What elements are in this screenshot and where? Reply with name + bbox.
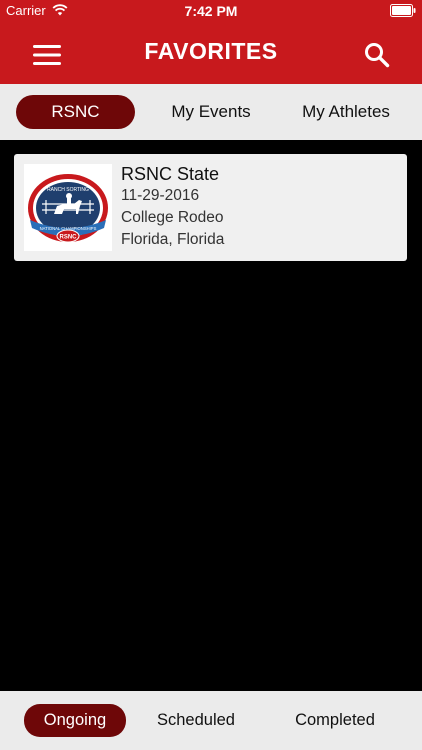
- header-bar: Carrier 7:42 PM FAVORITES: [0, 0, 422, 84]
- tab-my-events[interactable]: My Events: [150, 95, 272, 129]
- page-title: FAVORITES: [144, 38, 278, 64]
- logo-badge-text: RSNC: [59, 235, 77, 241]
- tab-scheduled[interactable]: Scheduled: [146, 704, 246, 737]
- search-button[interactable]: [362, 40, 392, 70]
- event-date: 11-29-2016: [121, 187, 200, 204]
- status-bar: Carrier 7:42 PM: [0, 0, 422, 22]
- tab-rsnc[interactable]: RSNC: [16, 95, 135, 129]
- event-logo: RANCH SORTING NATIONAL CHAMPIONSHIPS RSN…: [24, 164, 112, 251]
- event-category: College Rodeo: [121, 209, 224, 226]
- search-icon: [365, 43, 390, 68]
- event-title: RSNC State: [121, 164, 220, 184]
- status-time: 7:42 PM: [184, 3, 238, 19]
- rsnc-logo-image: RANCH SORTING NATIONAL CHAMPIONSHIPS RSN…: [28, 174, 108, 243]
- tab-completed[interactable]: Completed: [280, 704, 390, 737]
- event-card[interactable]: RANCH SORTING NATIONAL CHAMPIONSHIPS RSN…: [14, 154, 407, 261]
- tab-my-athletes[interactable]: My Athletes: [284, 95, 408, 129]
- logo-top-text: RANCH SORTING: [47, 187, 89, 193]
- event-location: Florida, Florida: [121, 231, 225, 248]
- segment-tabs: RSNC My Events My Athletes: [0, 84, 422, 140]
- bottom-tab-bar: Ongoing Scheduled Completed: [0, 691, 422, 750]
- tab-ongoing[interactable]: Ongoing: [24, 704, 126, 737]
- battery-icon: [390, 4, 416, 17]
